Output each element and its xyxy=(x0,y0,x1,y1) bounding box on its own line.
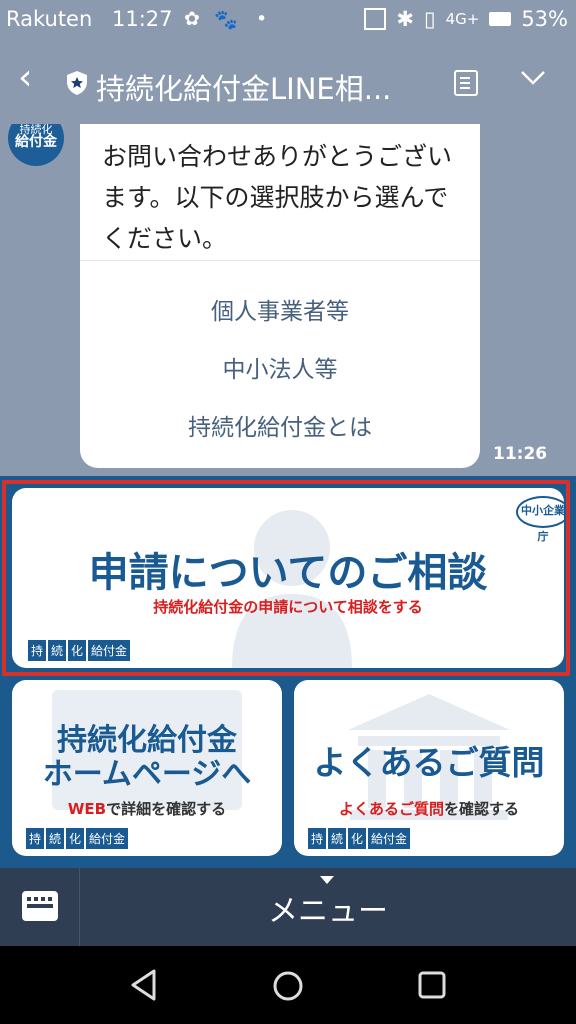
keyboard-toggle-button[interactable] xyxy=(0,868,80,946)
homepage-subtitle: WEBで詳細を確認する xyxy=(67,800,227,818)
bluetooth-icon: ✱ xyxy=(396,7,414,31)
menu-collapse-arrow-icon[interactable] xyxy=(320,876,334,884)
consult-button[interactable]: 中小企業庁 申請についてのご相談 持続化給付金の申請について相談をする 持続化給… xyxy=(12,488,564,668)
option-individual[interactable]: 個人事業者等 xyxy=(80,292,480,326)
homepage-button[interactable]: 持続化給付金 ホームページへ WEBで詳細を確認する 持続化給付金 xyxy=(12,680,282,856)
divider xyxy=(80,260,480,261)
status-time: 11:27 xyxy=(112,7,173,31)
agency-logo: 中小企業庁 xyxy=(516,496,564,543)
chevron-down-icon[interactable] xyxy=(520,64,546,90)
back-arrow-icon[interactable]: ‹ xyxy=(18,60,32,96)
message-bubble: お問い合わせありがとうございます。以下の選択肢から選んでください。 個人事業者等… xyxy=(80,124,480,468)
notes-icon[interactable] xyxy=(454,70,478,96)
nfc-icon xyxy=(364,8,387,30)
consult-title: 申請についてのご相談 xyxy=(88,550,488,596)
nav-home-icon[interactable] xyxy=(271,969,305,1003)
vibrate-icon: ▯ xyxy=(424,7,436,31)
menu-bar: メニュー xyxy=(0,868,576,946)
avatar[interactable]: 持続化 給付金 xyxy=(8,124,64,166)
keyboard-icon xyxy=(22,891,58,921)
message-timestamp: 11:26 xyxy=(493,444,548,464)
consult-subtitle: 持続化給付金の申請について相談をする xyxy=(153,598,423,616)
menu-toggle-button[interactable]: メニュー xyxy=(80,886,576,930)
faq-button[interactable]: よくあるご質問 よくあるご質問を確認する 持続化給付金 xyxy=(294,680,564,856)
carrier-label: Rakuten xyxy=(6,7,93,31)
avatar-main-text: 給付金 xyxy=(15,134,57,150)
nav-recents-icon[interactable] xyxy=(417,970,447,1000)
status-bar: Rakuten 11:27 ✿ 🐾 • ✱ ▯ 4G+ 53% xyxy=(0,0,576,40)
clover-icon: ✿ xyxy=(184,8,200,30)
faq-title: よくあるご質問 xyxy=(313,743,545,782)
chat-title: 持続化給付金LINE相... xyxy=(96,72,392,106)
android-nav-bar xyxy=(0,946,576,1024)
battery-percent: 53% xyxy=(521,7,568,31)
battery-icon xyxy=(489,12,512,26)
option-about[interactable]: 持続化給付金とは xyxy=(80,408,480,442)
faq-subtitle: よくあるご質問を確認する xyxy=(338,800,520,818)
rich-menu: 中小企業庁 申請についてのご相談 持続化給付金の申請について相談をする 持続化給… xyxy=(0,476,576,868)
network-label: 4G+ xyxy=(445,10,480,28)
kyufukin-logo: 持続化給付金 xyxy=(308,828,411,849)
homepage-title: 持続化給付金 ホームページへ xyxy=(42,723,252,792)
option-small-corp[interactable]: 中小法人等 xyxy=(80,350,480,384)
nav-back-icon[interactable] xyxy=(128,968,160,1002)
kyufukin-logo: 持続化給付金 xyxy=(26,828,129,849)
chat-area: 持続化 給付金 お問い合わせありがとうございます。以下の選択肢から選んでください… xyxy=(0,124,576,476)
message-text: お問い合わせありがとうございます。以下の選択肢から選んでください。 xyxy=(102,142,453,253)
dot-icon: • xyxy=(256,8,268,30)
kyufukin-logo: 持続化給付金 xyxy=(28,640,131,661)
verified-shield-icon xyxy=(67,71,87,95)
chat-header: ‹ 持続化給付金LINE相... xyxy=(0,40,576,124)
animal-icon: 🐾 xyxy=(214,9,238,31)
